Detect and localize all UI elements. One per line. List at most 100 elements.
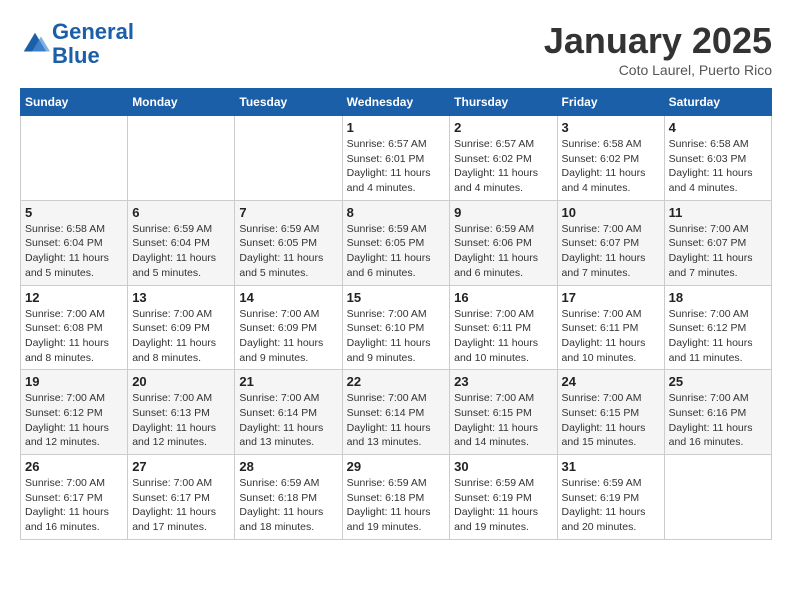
day-info: Sunrise: 6:59 AMSunset: 6:18 PMDaylight:… (239, 476, 337, 535)
logo-general: General (52, 19, 134, 44)
weekday-header-monday: Monday (128, 89, 235, 116)
day-number: 25 (669, 374, 767, 389)
day-number: 13 (132, 290, 230, 305)
calendar-cell: 10 Sunrise: 7:00 AMSunset: 6:07 PMDayligh… (557, 200, 664, 285)
logo: General Blue (20, 20, 134, 68)
calendar-header-row: SundayMondayTuesdayWednesdayThursdayFrid… (21, 89, 772, 116)
calendar-cell: 4 Sunrise: 6:58 AMSunset: 6:03 PMDaylight… (664, 116, 771, 201)
weekday-header-thursday: Thursday (450, 89, 557, 116)
day-info: Sunrise: 6:59 AMSunset: 6:05 PMDaylight:… (239, 222, 337, 281)
day-info: Sunrise: 6:58 AMSunset: 6:02 PMDaylight:… (562, 137, 660, 196)
day-number: 23 (454, 374, 552, 389)
day-info: Sunrise: 7:00 AMSunset: 6:07 PMDaylight:… (669, 222, 767, 281)
day-info: Sunrise: 6:58 AMSunset: 6:04 PMDaylight:… (25, 222, 123, 281)
day-number: 12 (25, 290, 123, 305)
day-number: 21 (239, 374, 337, 389)
day-number: 10 (562, 205, 660, 220)
calendar-cell: 14 Sunrise: 7:00 AMSunset: 6:09 PMDayligh… (235, 285, 342, 370)
weekday-header-wednesday: Wednesday (342, 89, 450, 116)
day-info: Sunrise: 6:59 AMSunset: 6:18 PMDaylight:… (347, 476, 446, 535)
calendar-cell: 21Sunrise: 7:00 AMSunset: 6:14 PMDayligh… (235, 370, 342, 455)
day-number: 4 (669, 120, 767, 135)
day-number: 18 (669, 290, 767, 305)
day-info: Sunrise: 7:00 AMSunset: 6:12 PMDaylight:… (25, 391, 123, 450)
day-info: Sunrise: 7:00 AMSunset: 6:17 PMDaylight:… (132, 476, 230, 535)
day-number: 24 (562, 374, 660, 389)
day-number: 7 (239, 205, 337, 220)
day-info: Sunrise: 7:00 AMSunset: 6:15 PMDaylight:… (454, 391, 552, 450)
day-info: Sunrise: 6:57 AMSunset: 6:01 PMDaylight:… (347, 137, 446, 196)
day-info: Sunrise: 7:00 AMSunset: 6:11 PMDaylight:… (454, 307, 552, 366)
calendar-week-3: 12 Sunrise: 7:00 AMSunset: 6:08 PMDayligh… (21, 285, 772, 370)
calendar-cell: 18 Sunrise: 7:00 AMSunset: 6:12 PMDayligh… (664, 285, 771, 370)
day-info: Sunrise: 7:00 AMSunset: 6:17 PMDaylight:… (25, 476, 123, 535)
calendar-week-1: 1Sunrise: 6:57 AMSunset: 6:01 PMDaylight… (21, 116, 772, 201)
calendar-cell: 27 Sunrise: 7:00 AMSunset: 6:17 PMDayligh… (128, 455, 235, 540)
day-info: Sunrise: 6:59 AMSunset: 6:19 PMDaylight:… (562, 476, 660, 535)
calendar-cell: 28 Sunrise: 6:59 AMSunset: 6:18 PMDayligh… (235, 455, 342, 540)
calendar-cell: 6 Sunrise: 6:59 AMSunset: 6:04 PMDaylight… (128, 200, 235, 285)
day-info: Sunrise: 7:00 AMSunset: 6:13 PMDaylight:… (132, 391, 230, 450)
day-number: 17 (562, 290, 660, 305)
day-number: 31 (562, 459, 660, 474)
day-number: 3 (562, 120, 660, 135)
location: Coto Laurel, Puerto Rico (544, 62, 772, 78)
day-info: Sunrise: 6:58 AMSunset: 6:03 PMDaylight:… (669, 137, 767, 196)
day-info: Sunrise: 6:57 AMSunset: 6:02 PMDaylight:… (454, 137, 552, 196)
day-info: Sunrise: 7:00 AMSunset: 6:08 PMDaylight:… (25, 307, 123, 366)
calendar-cell: 29Sunrise: 6:59 AMSunset: 6:18 PMDayligh… (342, 455, 450, 540)
day-number: 14 (239, 290, 337, 305)
calendar-cell: 24 Sunrise: 7:00 AMSunset: 6:15 PMDayligh… (557, 370, 664, 455)
day-number: 30 (454, 459, 552, 474)
calendar-cell: 8 Sunrise: 6:59 AMSunset: 6:05 PMDaylight… (342, 200, 450, 285)
calendar-table: SundayMondayTuesdayWednesdayThursdayFrid… (20, 88, 772, 540)
day-number: 28 (239, 459, 337, 474)
title-block: January 2025 Coto Laurel, Puerto Rico (544, 20, 772, 78)
calendar-week-5: 26 Sunrise: 7:00 AMSunset: 6:17 PMDayligh… (21, 455, 772, 540)
day-number: 16 (454, 290, 552, 305)
calendar-cell: 30 Sunrise: 6:59 AMSunset: 6:19 PMDayligh… (450, 455, 557, 540)
day-info: Sunrise: 7:00 AMSunset: 6:12 PMDaylight:… (669, 307, 767, 366)
day-number: 6 (132, 205, 230, 220)
calendar-cell: 7 Sunrise: 6:59 AMSunset: 6:05 PMDaylight… (235, 200, 342, 285)
calendar-cell: 5 Sunrise: 6:58 AMSunset: 6:04 PMDaylight… (21, 200, 128, 285)
calendar-cell (21, 116, 128, 201)
day-info: Sunrise: 7:00 AMSunset: 6:09 PMDaylight:… (132, 307, 230, 366)
calendar-cell: 16 Sunrise: 7:00 AMSunset: 6:11 PMDayligh… (450, 285, 557, 370)
day-info: Sunrise: 6:59 AMSunset: 6:19 PMDaylight:… (454, 476, 552, 535)
weekday-header-friday: Friday (557, 89, 664, 116)
weekday-header-saturday: Saturday (664, 89, 771, 116)
calendar-cell: 11Sunrise: 7:00 AMSunset: 6:07 PMDayligh… (664, 200, 771, 285)
day-info: Sunrise: 7:00 AMSunset: 6:07 PMDaylight:… (562, 222, 660, 281)
day-number: 8 (347, 205, 446, 220)
calendar-cell: 17Sunrise: 7:00 AMSunset: 6:11 PMDayligh… (557, 285, 664, 370)
day-info: Sunrise: 7:00 AMSunset: 6:10 PMDaylight:… (347, 307, 446, 366)
day-info: Sunrise: 7:00 AMSunset: 6:14 PMDaylight:… (347, 391, 446, 450)
day-number: 9 (454, 205, 552, 220)
day-number: 27 (132, 459, 230, 474)
day-info: Sunrise: 7:00 AMSunset: 6:15 PMDaylight:… (562, 391, 660, 450)
logo-blue: Blue (52, 43, 100, 68)
calendar-cell: 1Sunrise: 6:57 AMSunset: 6:01 PMDaylight… (342, 116, 450, 201)
day-number: 22 (347, 374, 446, 389)
day-info: Sunrise: 6:59 AMSunset: 6:05 PMDaylight:… (347, 222, 446, 281)
calendar-cell: 2Sunrise: 6:57 AMSunset: 6:02 PMDaylight… (450, 116, 557, 201)
day-number: 20 (132, 374, 230, 389)
calendar-cell: 12 Sunrise: 7:00 AMSunset: 6:08 PMDayligh… (21, 285, 128, 370)
day-info: Sunrise: 7:00 AMSunset: 6:09 PMDaylight:… (239, 307, 337, 366)
calendar-cell: 23 Sunrise: 7:00 AMSunset: 6:15 PMDayligh… (450, 370, 557, 455)
day-number: 5 (25, 205, 123, 220)
calendar-cell: 22 Sunrise: 7:00 AMSunset: 6:14 PMDayligh… (342, 370, 450, 455)
page-header: General Blue January 2025 Coto Laurel, P… (20, 20, 772, 78)
day-info: Sunrise: 6:59 AMSunset: 6:04 PMDaylight:… (132, 222, 230, 281)
calendar-week-2: 5 Sunrise: 6:58 AMSunset: 6:04 PMDaylight… (21, 200, 772, 285)
day-number: 15 (347, 290, 446, 305)
day-info: Sunrise: 6:59 AMSunset: 6:06 PMDaylight:… (454, 222, 552, 281)
calendar-cell: 31 Sunrise: 6:59 AMSunset: 6:19 PMDayligh… (557, 455, 664, 540)
day-number: 26 (25, 459, 123, 474)
calendar-cell (235, 116, 342, 201)
calendar-cell: 15 Sunrise: 7:00 AMSunset: 6:10 PMDayligh… (342, 285, 450, 370)
calendar-cell (664, 455, 771, 540)
weekday-header-sunday: Sunday (21, 89, 128, 116)
calendar-cell: 13 Sunrise: 7:00 AMSunset: 6:09 PMDayligh… (128, 285, 235, 370)
